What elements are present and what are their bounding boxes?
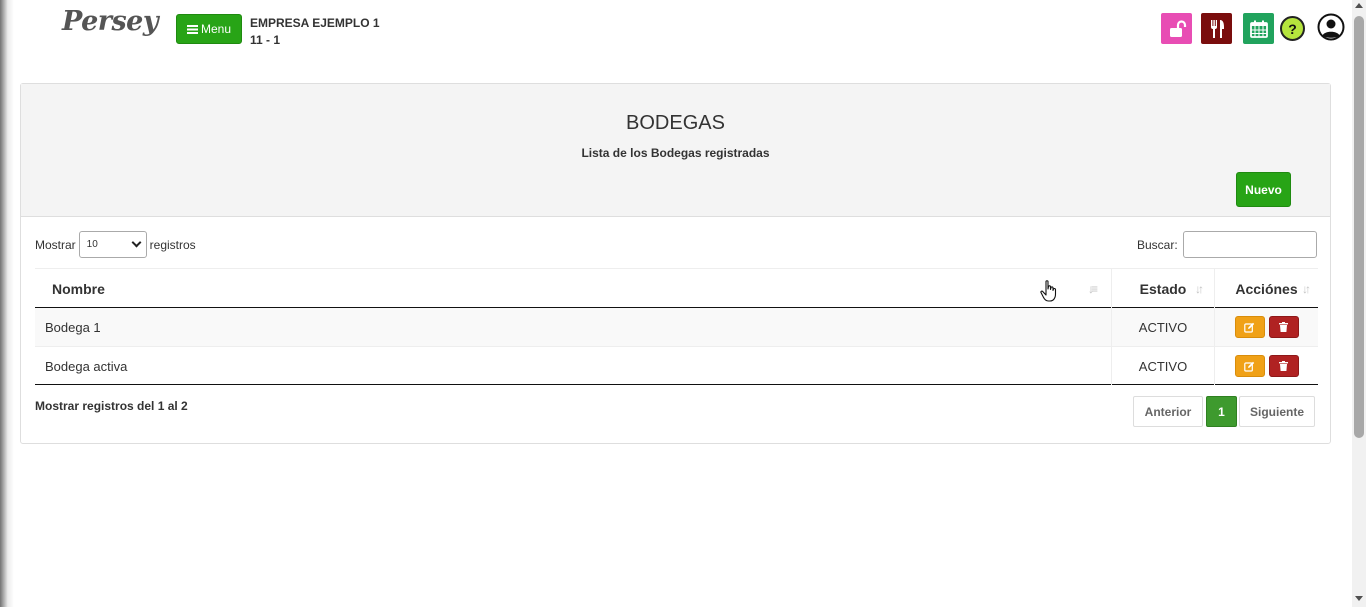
search-label: Buscar: bbox=[1137, 237, 1178, 252]
app-logo[interactable]: Persey bbox=[62, 6, 159, 46]
column-label-estado: Estado bbox=[1139, 280, 1187, 297]
sort-icon: ↓↑ bbox=[1195, 282, 1204, 296]
lock-open-button[interactable] bbox=[1161, 13, 1192, 44]
pagination-page[interactable]: 1 bbox=[1206, 396, 1237, 427]
scroll-up-arrow-icon[interactable] bbox=[1355, 3, 1363, 8]
company-name: EMPRESA EJEMPLO 1 bbox=[250, 16, 380, 30]
company-code: 11 - 1 bbox=[250, 33, 281, 47]
calendar-button[interactable] bbox=[1243, 13, 1274, 44]
help-icon: ? bbox=[1288, 20, 1297, 37]
delete-button[interactable] bbox=[1268, 316, 1299, 338]
bars-icon bbox=[186, 24, 198, 34]
trash-icon bbox=[1279, 322, 1288, 332]
vertical-scrollbar[interactable] bbox=[1352, 0, 1366, 607]
edit-button[interactable] bbox=[1234, 316, 1265, 338]
column-label-acciones: Acciónes bbox=[1235, 280, 1298, 297]
help-button[interactable]: ? bbox=[1280, 16, 1305, 41]
user-circle-icon[interactable] bbox=[1317, 13, 1345, 41]
menu-button-label: Menu bbox=[200, 22, 232, 36]
edit-button[interactable] bbox=[1234, 355, 1265, 377]
cell-actions bbox=[1214, 347, 1318, 385]
window-edge-shadow bbox=[0, 0, 14, 607]
new-button[interactable]: Nuevo bbox=[1236, 172, 1291, 207]
bodegas-card: BODEGAS Lista de los Bodegas registradas… bbox=[20, 83, 1331, 444]
lock-open-icon bbox=[1169, 19, 1186, 37]
table-row: Bodega 1 ACTIVO bbox=[35, 308, 1318, 346]
page-subtitle: Lista de los Bodegas registradas bbox=[581, 146, 770, 160]
page-size-control: Mostrar 10 registros bbox=[35, 231, 196, 258]
sort-icon: ↓≡ bbox=[1088, 282, 1098, 296]
utensils-icon bbox=[1210, 19, 1224, 38]
bodegas-table: Nombre ↓≡ Estado ↓↑ Acciónes ↓↑ Bodega 1… bbox=[35, 268, 1318, 385]
delete-button[interactable] bbox=[1268, 355, 1299, 377]
column-header-estado[interactable]: Estado ↓↑ bbox=[1111, 269, 1214, 308]
scroll-down-arrow-icon[interactable] bbox=[1355, 596, 1363, 601]
column-label-nombre: Nombre bbox=[52, 280, 105, 297]
table-row: Bodega activa ACTIVO bbox=[35, 346, 1318, 385]
cell-nombre: Bodega activa bbox=[45, 358, 128, 374]
cell-actions bbox=[1214, 308, 1318, 346]
menu-button[interactable]: Menu bbox=[176, 14, 242, 44]
search-input[interactable] bbox=[1182, 231, 1317, 258]
edit-icon bbox=[1244, 361, 1255, 372]
pagination-prev[interactable]: Anterior bbox=[1133, 396, 1203, 427]
company-info: EMPRESA EJEMPLO 1 11 - 1 bbox=[250, 15, 380, 49]
scroll-thumb[interactable] bbox=[1354, 16, 1364, 438]
search-control: Buscar: bbox=[1137, 231, 1317, 258]
sort-icon: ↓↑ bbox=[1302, 282, 1311, 296]
hand-pointer-icon bbox=[1040, 280, 1057, 302]
edit-icon bbox=[1244, 322, 1255, 333]
page-size-value: 10 bbox=[86, 239, 98, 250]
records-label: registros bbox=[149, 237, 196, 252]
show-label: Mostrar bbox=[35, 237, 76, 252]
restaurant-button[interactable] bbox=[1201, 13, 1232, 44]
column-header-nombre[interactable]: Nombre ↓≡ bbox=[35, 269, 1111, 308]
page-title: BODEGAS bbox=[626, 112, 725, 134]
page-size-select[interactable]: 10 bbox=[78, 231, 147, 258]
cell-nombre: Bodega 1 bbox=[45, 319, 101, 335]
cell-estado: ACTIVO bbox=[1111, 347, 1214, 385]
column-header-acciones[interactable]: Acciónes ↓↑ bbox=[1214, 269, 1318, 308]
pagination-next[interactable]: Siguiente bbox=[1239, 396, 1315, 427]
cell-estado: ACTIVO bbox=[1111, 308, 1214, 346]
chevron-down-icon bbox=[131, 237, 142, 248]
card-header: BODEGAS Lista de los Bodegas registradas… bbox=[21, 84, 1330, 217]
records-info: Mostrar registros del 1 al 2 bbox=[35, 399, 188, 413]
table-header: Nombre ↓≡ Estado ↓↑ Acciónes ↓↑ bbox=[35, 268, 1318, 308]
calendar-icon bbox=[1249, 20, 1268, 38]
trash-icon bbox=[1279, 361, 1288, 371]
